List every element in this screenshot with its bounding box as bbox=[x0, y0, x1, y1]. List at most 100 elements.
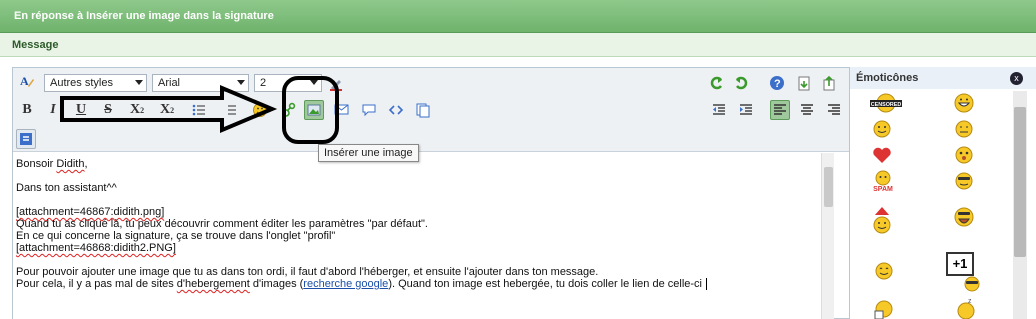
chevron-down-icon bbox=[237, 80, 245, 85]
text-line: Quand tu as cliqué là, tu peux découvrir… bbox=[16, 218, 428, 230]
insert-image-tooltip: Insérer une image bbox=[318, 144, 419, 162]
insert-image-button[interactable] bbox=[304, 100, 324, 120]
google-search-link[interactable]: recherche google bbox=[303, 278, 388, 290]
emoticon-reading[interactable] bbox=[872, 297, 896, 319]
style-select[interactable]: Autres styles bbox=[44, 74, 147, 92]
text-color-icon[interactable] bbox=[326, 73, 346, 93]
text-line-part: Pour cela, il y a pas mal de sites bbox=[16, 278, 177, 290]
misspelled-word: d'hebergement bbox=[176, 278, 250, 290]
censored-label: CENSORED bbox=[871, 102, 902, 108]
reply-page: En réponse à Insérer une image dans la s… bbox=[0, 0, 1036, 319]
subscript-button[interactable]: X2 bbox=[127, 100, 147, 120]
toolbar-row-3 bbox=[13, 126, 849, 152]
svg-text:?: ? bbox=[774, 78, 781, 90]
text-line-part: d'images ( bbox=[249, 278, 304, 290]
underline-button[interactable]: U bbox=[71, 100, 91, 120]
emoticon-censored[interactable]: CENSORED bbox=[868, 91, 904, 115]
editor-scrollbar-thumb[interactable] bbox=[824, 167, 833, 207]
text-line-part: ). Quand ton image est hebergée, tu dois… bbox=[388, 278, 706, 290]
emoticon-smile[interactable] bbox=[870, 117, 894, 141]
emoticon-happy[interactable] bbox=[872, 259, 896, 283]
align-left-button[interactable] bbox=[770, 100, 790, 120]
smiley-icon[interactable] bbox=[250, 100, 270, 120]
svg-text:A: A bbox=[20, 74, 29, 88]
strikethrough-button[interactable]: S bbox=[98, 100, 118, 120]
toolbar-row-2: B I U S X2 X2 bbox=[13, 98, 849, 124]
indent-icon[interactable] bbox=[736, 100, 756, 120]
attachment-tag: [attachment=46868:didith2.PNG] bbox=[16, 242, 176, 254]
toggle-mode-icon[interactable] bbox=[16, 129, 36, 149]
size-select-value: 2 bbox=[260, 77, 267, 89]
close-icon[interactable]: x bbox=[1010, 72, 1023, 85]
emoticon-panel: Émoticônes x CENSORED SPAM +1 z bbox=[850, 67, 1036, 319]
toolbar-row-1: A Autres styles Arial 2 ? bbox=[13, 70, 849, 96]
text-line: Dans ton assistant^^ bbox=[16, 182, 117, 194]
text-line: Pour pouvoir ajouter une image que tu as… bbox=[16, 266, 599, 278]
superscript-button[interactable]: X2 bbox=[157, 100, 177, 120]
emoticon-panel-title: Émoticônes bbox=[856, 72, 919, 84]
emoticon-scrollbar[interactable] bbox=[1013, 91, 1027, 319]
bullet-list-icon[interactable] bbox=[189, 100, 209, 120]
emoticon-grin[interactable] bbox=[952, 91, 976, 115]
superscript-letter: X bbox=[159, 102, 171, 117]
chevron-down-icon bbox=[135, 80, 143, 85]
style-select-value: Autres styles bbox=[50, 77, 113, 89]
code-icon[interactable] bbox=[386, 100, 406, 120]
reply-title: En réponse à Insérer une image dans la s… bbox=[14, 10, 274, 22]
text-line: En ce qui concerne la signature, ça se t… bbox=[16, 230, 336, 242]
emoticon-sleepy[interactable]: z bbox=[954, 297, 978, 319]
editor-scrollbar[interactable] bbox=[821, 153, 834, 319]
numbered-list-icon[interactable] bbox=[220, 100, 240, 120]
emoticon-santa[interactable] bbox=[870, 205, 894, 235]
font-select-value: Arial bbox=[158, 77, 181, 89]
text-line: [attachment=46868:didith2.PNG] bbox=[16, 242, 818, 254]
text-line: Pour cela, il y a pas mal de sites d'heb… bbox=[16, 278, 818, 290]
size-select[interactable]: 2 bbox=[254, 74, 322, 92]
spam-label: SPAM bbox=[873, 186, 893, 193]
reply-header: En réponse à Insérer une image dans la s… bbox=[0, 0, 1036, 33]
attachment-tag: [attachment=46867:didith.png] bbox=[16, 206, 165, 218]
emoticon-plus-one-face[interactable] bbox=[960, 272, 984, 296]
misspelled-word: Didith bbox=[56, 158, 85, 170]
bold-button[interactable]: B bbox=[17, 100, 37, 120]
text-line: [attachment=46867:didith.png] bbox=[16, 206, 818, 218]
message-label: Message bbox=[12, 39, 59, 51]
subscript-letter: X bbox=[129, 102, 141, 117]
chevron-down-icon bbox=[310, 80, 318, 85]
emoticon-heart[interactable] bbox=[870, 143, 894, 167]
message-section-bar: Message bbox=[0, 33, 1036, 57]
help-icon[interactable]: ? bbox=[767, 73, 787, 93]
export-icon[interactable] bbox=[819, 73, 839, 93]
paste-icon[interactable] bbox=[794, 73, 814, 93]
emoticon-surprised[interactable] bbox=[952, 143, 976, 167]
editor-toolbar: A Autres styles Arial 2 ? B I U S X 2 X … bbox=[13, 68, 849, 152]
emoticon-cool[interactable] bbox=[952, 169, 976, 193]
insert-email-icon[interactable] bbox=[332, 100, 352, 120]
remove-format-icon[interactable]: A bbox=[17, 71, 37, 91]
text-line-part: Bonsoir bbox=[16, 158, 57, 170]
quote-icon[interactable] bbox=[359, 100, 379, 120]
insert-link-icon[interactable] bbox=[279, 100, 299, 120]
text-cursor bbox=[706, 278, 711, 290]
text-line-part: , bbox=[84, 158, 88, 170]
emoticon-panel-header: Émoticônes bbox=[850, 67, 1036, 89]
undo-icon[interactable] bbox=[706, 73, 726, 93]
outdent-icon[interactable] bbox=[709, 100, 729, 120]
emoticon-laugh[interactable] bbox=[952, 203, 976, 233]
font-select[interactable]: Arial bbox=[152, 74, 249, 92]
superscript-mark: 2 bbox=[170, 105, 175, 115]
subscript-mark: 2 bbox=[140, 105, 145, 115]
svg-text:z: z bbox=[968, 298, 972, 305]
redo-icon[interactable] bbox=[732, 73, 752, 93]
emoticon-neutral[interactable] bbox=[952, 117, 976, 141]
emoticon-scrollbar-thumb[interactable] bbox=[1014, 107, 1026, 257]
message-textarea[interactable]: Bonsoir Didith, Dans ton assistant^^ [at… bbox=[13, 153, 821, 319]
php-code-icon[interactable] bbox=[413, 100, 433, 120]
emoticon-spam[interactable]: SPAM bbox=[868, 169, 898, 193]
align-center-icon[interactable] bbox=[797, 100, 817, 120]
italic-button[interactable]: I bbox=[43, 100, 63, 120]
align-right-icon[interactable] bbox=[824, 100, 844, 120]
